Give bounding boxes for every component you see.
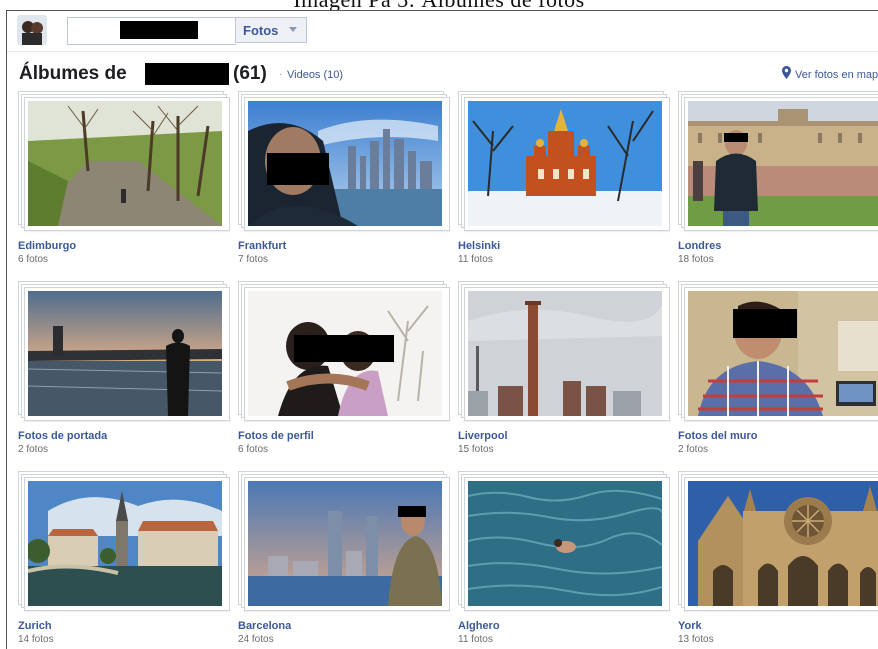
album-title[interactable]: Zurich	[18, 620, 52, 632]
album-card-londres[interactable]: Londres 18 fotos	[678, 91, 878, 281]
album-title[interactable]: Londres	[678, 240, 721, 252]
album-card-helsinki[interactable]: Helsinki 11 fotos	[458, 91, 678, 281]
redacted-owner-name	[145, 63, 229, 85]
chevron-down-icon	[289, 27, 297, 32]
album-cover-stack[interactable]	[238, 91, 452, 231]
album-cover-stack[interactable]	[458, 471, 672, 611]
album-card-fotos-del-muro[interactable]: Fotos del muro 2 fotos	[678, 281, 878, 471]
album-title[interactable]: York	[678, 620, 702, 632]
album-photo-count: 7 fotos	[238, 254, 269, 265]
album-cover-stack[interactable]	[18, 281, 232, 421]
photos-page: Fotos Álbumes de (61) · Videos (10) Ver …	[6, 10, 878, 649]
album-cover-stack[interactable]	[238, 471, 452, 611]
album-cover-image[interactable]	[28, 291, 222, 416]
album-photo-count: 13 fotos	[678, 634, 714, 645]
album-card-zurich[interactable]: Zurich 14 fotos	[18, 471, 238, 649]
album-card-fotos-de-portada[interactable]: Fotos de portada 2 fotos	[18, 281, 238, 471]
separator: ·	[279, 69, 283, 80]
album-photo-count: 24 fotos	[238, 634, 274, 645]
top-bar: Fotos	[7, 11, 878, 52]
album-cover-image[interactable]	[688, 101, 878, 226]
page-title: Álbumes de	[19, 63, 127, 84]
album-title[interactable]: Liverpool	[458, 430, 508, 442]
view-photos-on-map-link[interactable]: Ver fotos en mapa	[795, 69, 878, 81]
album-count: (61)	[233, 63, 267, 84]
album-card-liverpool[interactable]: Liverpool 15 fotos	[458, 281, 678, 471]
album-title[interactable]: Edimburgo	[18, 240, 76, 252]
album-cover-image[interactable]	[688, 291, 878, 416]
album-cover-image[interactable]	[468, 481, 662, 606]
album-card-frankfurt[interactable]: Frankfurt 7 fotos	[238, 91, 458, 281]
redacted-name	[120, 21, 198, 39]
profile-avatar[interactable]	[17, 15, 47, 45]
album-photo-count: 15 fotos	[458, 444, 494, 455]
album-title[interactable]: Barcelona	[238, 620, 291, 632]
album-title[interactable]: Alghero	[458, 620, 500, 632]
album-title[interactable]: Fotos de portada	[18, 430, 107, 442]
album-cover-image[interactable]	[248, 481, 442, 606]
album-cover-image[interactable]	[468, 101, 662, 226]
album-cover-stack[interactable]	[678, 471, 878, 611]
album-cover-image[interactable]	[248, 291, 442, 416]
album-card-edimburgo[interactable]: Edimburgo 6 fotos	[18, 91, 238, 281]
album-card-barcelona[interactable]: Barcelona 24 fotos	[238, 471, 458, 649]
map-pin-icon	[782, 66, 791, 79]
album-photo-count: 6 fotos	[18, 254, 49, 265]
album-card-york[interactable]: York 13 fotos	[678, 471, 878, 649]
album-cover-image[interactable]	[248, 101, 442, 226]
album-photo-count: 11 fotos	[458, 254, 493, 265]
album-cover-stack[interactable]	[238, 281, 452, 421]
album-cover-image[interactable]	[468, 291, 662, 416]
album-card-fotos-de-perfil[interactable]: Fotos de perfil 6 fotos	[238, 281, 458, 471]
fotos-dropdown-button[interactable]: Fotos	[235, 17, 307, 43]
album-title[interactable]: Fotos de perfil	[238, 430, 314, 442]
album-photo-count: 6 fotos	[238, 444, 269, 455]
album-cover-image[interactable]	[28, 481, 222, 606]
album-photo-count: 14 fotos	[18, 634, 54, 645]
album-cover-stack[interactable]	[678, 91, 878, 231]
album-title[interactable]: Fotos del muro	[678, 430, 757, 442]
album-cover-stack[interactable]	[458, 91, 672, 231]
album-title[interactable]: Helsinki	[458, 240, 500, 252]
profile-name-box[interactable]	[67, 17, 236, 45]
album-photo-count: 11 fotos	[458, 634, 493, 645]
album-cover-image[interactable]	[688, 481, 878, 606]
album-cover-stack[interactable]	[678, 281, 878, 421]
albums-heading: Álbumes de (61) · Videos (10) Ver fotos …	[7, 51, 878, 91]
album-card-alghero[interactable]: Alghero 11 fotos	[458, 471, 678, 649]
album-cover-image[interactable]	[28, 101, 222, 226]
videos-link[interactable]: Videos (10)	[287, 69, 343, 81]
album-title[interactable]: Frankfurt	[238, 240, 286, 252]
album-photo-count: 2 fotos	[18, 444, 49, 455]
album-cover-stack[interactable]	[18, 91, 232, 231]
album-photo-count: 2 fotos	[678, 444, 709, 455]
album-photo-count: 18 fotos	[678, 254, 714, 265]
album-cover-stack[interactable]	[18, 471, 232, 611]
album-cover-stack[interactable]	[458, 281, 672, 421]
